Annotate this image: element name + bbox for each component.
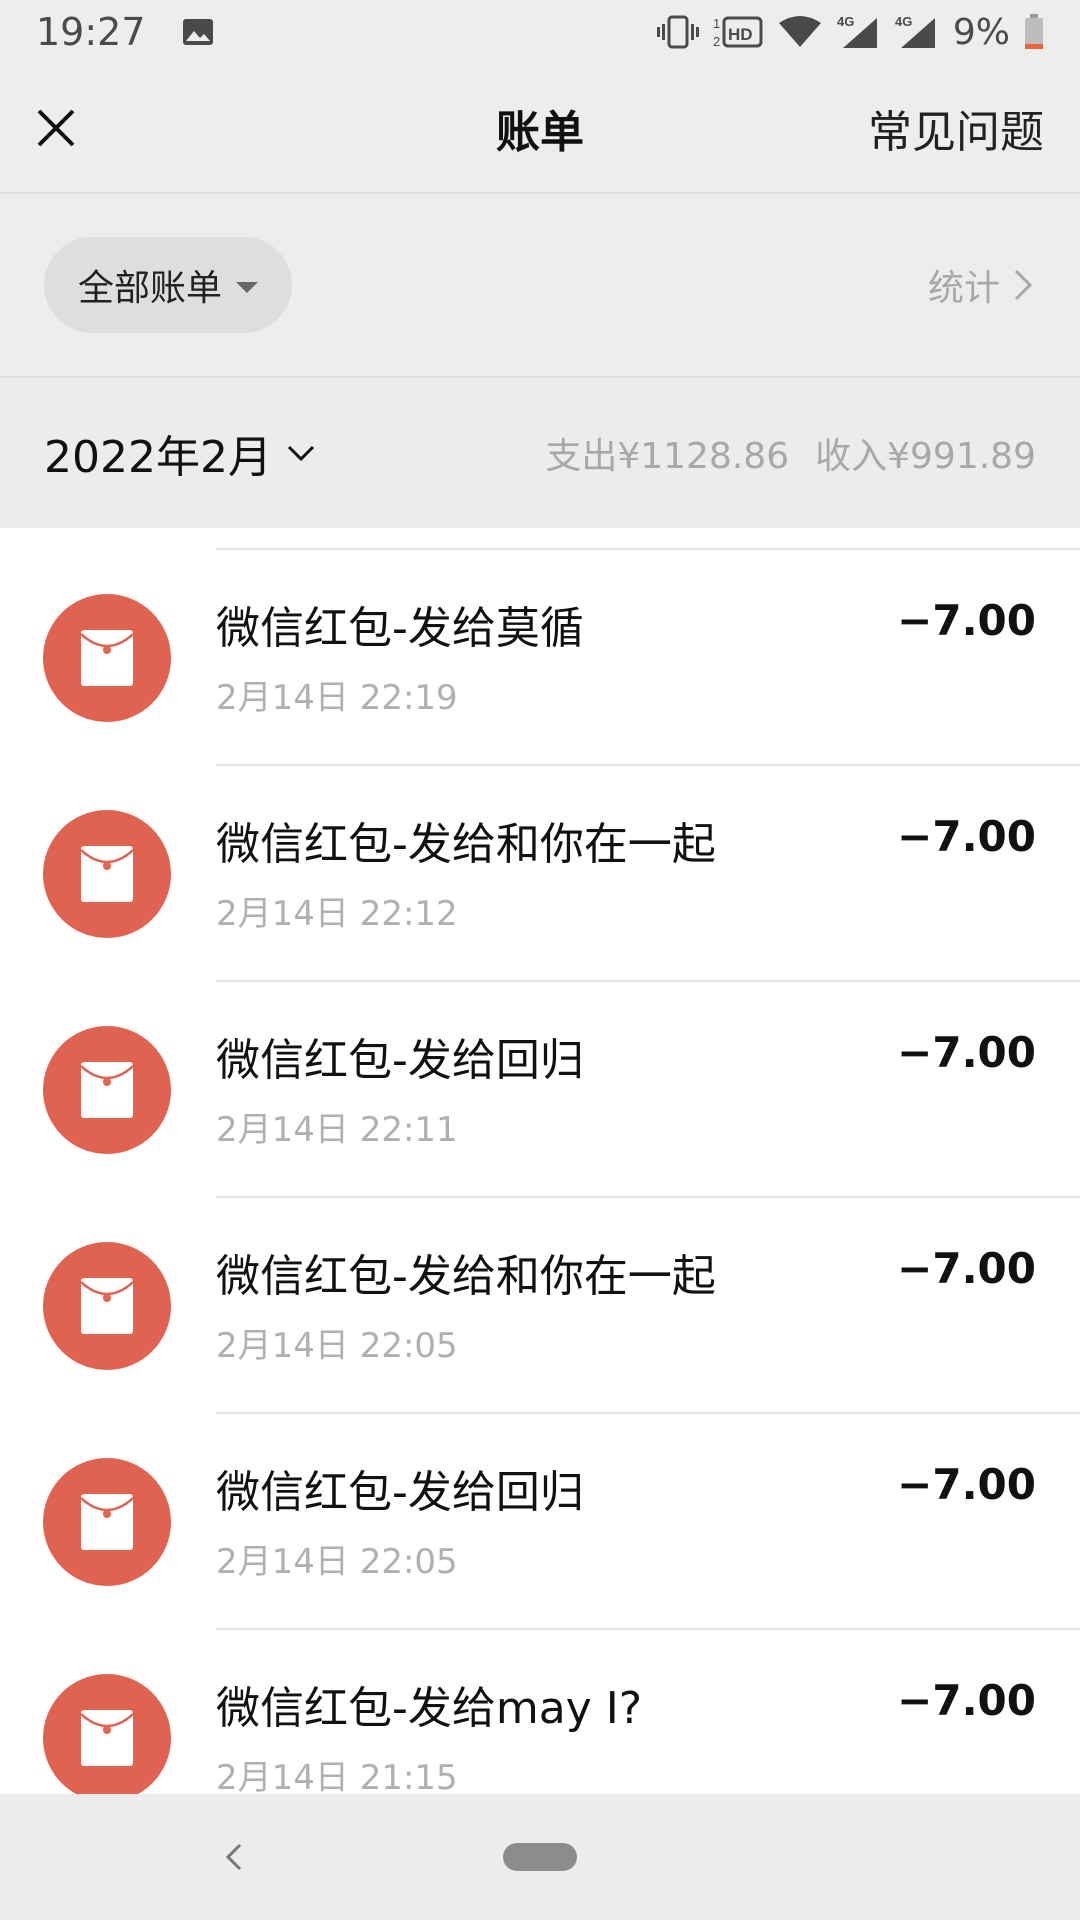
transaction-amount: −7.00 <box>897 596 1036 645</box>
transaction-title: 微信红包-发给may I? <box>216 1683 643 1734</box>
transaction-amount: −7.00 <box>897 1460 1036 1509</box>
transaction-amount: −7.00 <box>897 1244 1036 1293</box>
back-icon[interactable] <box>220 1837 248 1877</box>
transaction-title: 微信红包-发给和你在一起 <box>216 819 716 870</box>
month-header: 2022年2月 支出¥1128.86 收入¥991.89 <box>0 378 1080 528</box>
transaction-time: 2月14日 21:15 <box>216 1758 458 1794</box>
hd-icon: 1 2 HD <box>713 16 763 49</box>
transaction-list: 微信红包-发给莫循 2月14日 22:19 −7.00 微信红包-发给和你在一起 2月1… <box>0 528 1080 1794</box>
nav-bar: 账单 常见问题 <box>0 64 1080 192</box>
red-packet-icon <box>43 594 171 722</box>
svg-text:1: 1 <box>713 16 720 31</box>
red-packet-icon <box>43 1458 171 1586</box>
month-summary: 支出¥1128.86 收入¥991.89 <box>545 427 1036 479</box>
svg-text:4G: 4G <box>895 14 912 29</box>
expense-total: 支出¥1128.86 <box>545 436 790 477</box>
chevron-right-icon <box>1014 269 1033 301</box>
transaction-title: 微信红包-发给回归 <box>216 1467 584 1518</box>
status-time: 19:27 <box>36 10 146 54</box>
filter-row: 全部账单 统计 <box>0 194 1080 376</box>
transaction-row[interactable]: 微信红包-发给莫循 2月14日 22:19 −7.00 <box>0 550 1080 766</box>
transaction-time: 2月14日 22:11 <box>216 1110 458 1150</box>
faq-button[interactable]: 常见问题 <box>868 96 1044 160</box>
transaction-time: 2月14日 22:05 <box>216 1542 458 1582</box>
battery-icon <box>1025 14 1043 49</box>
transaction-row[interactable]: 微信红包-发给may I? 2月14日 21:15 −7.00 <box>0 1630 1080 1794</box>
signal-4g-icon: 4G <box>895 14 935 48</box>
chevron-down-icon <box>287 445 315 462</box>
svg-text:HD: HD <box>728 25 753 44</box>
transaction-time: 2月14日 22:05 <box>216 1326 458 1366</box>
caret-down-icon <box>236 281 258 293</box>
filter-label: 全部账单 <box>77 268 222 309</box>
image-icon <box>182 19 213 45</box>
transaction-amount: −7.00 <box>897 1676 1036 1725</box>
transaction-time: 2月14日 22:12 <box>216 894 458 934</box>
stats-label: 统计 <box>927 268 1000 309</box>
transaction-row[interactable]: 微信红包-发给回归 2月14日 22:11 −7.00 <box>0 982 1080 1198</box>
transaction-amount: −7.00 <box>897 1028 1036 1077</box>
status-bar: 19:27 1 2 HD 4G 4G 9% <box>0 0 1080 64</box>
transaction-row[interactable]: 微信红包-发给和你在一起 2月14日 22:12 −7.00 <box>0 766 1080 982</box>
svg-text:2: 2 <box>713 34 720 49</box>
transaction-title: 微信红包-发给莫循 <box>216 603 584 654</box>
bill-type-filter[interactable]: 全部账单 <box>44 237 292 333</box>
income-total: 收入¥991.89 <box>815 436 1036 477</box>
transaction-amount: −7.00 <box>897 812 1036 861</box>
transaction-title: 微信红包-发给和你在一起 <box>216 1251 716 1302</box>
system-nav-bar <box>0 1794 1080 1920</box>
red-packet-icon <box>43 1026 171 1154</box>
bill-screen: 19:27 1 2 HD 4G 4G 9% 账单 常见问题 全部账单 统计 20… <box>0 0 1080 1920</box>
vibrate-icon <box>656 15 699 49</box>
month-selector[interactable]: 2022年2月 <box>44 421 316 485</box>
signal-4g-icon: 4G <box>837 14 877 48</box>
transaction-row[interactable]: 微信红包-发给和你在一起 2月14日 22:05 −7.00 <box>0 1198 1080 1414</box>
transaction-row[interactable]: 微信红包-发给回归 2月14日 22:05 −7.00 <box>0 1414 1080 1630</box>
red-packet-icon <box>43 810 171 938</box>
status-icons: 1 2 HD 4G 4G 9% <box>656 11 1044 53</box>
svg-text:4G: 4G <box>837 14 854 29</box>
wifi-icon <box>778 16 821 47</box>
red-packet-icon <box>43 1674 171 1794</box>
home-handle[interactable] <box>503 1843 577 1871</box>
transaction-time: 2月14日 22:19 <box>216 678 458 718</box>
battery-percent: 9% <box>952 11 1010 53</box>
red-packet-icon <box>43 1242 171 1370</box>
transaction-title: 微信红包-发给回归 <box>216 1035 584 1086</box>
month-label: 2022年2月 <box>44 432 272 483</box>
close-icon[interactable] <box>36 108 76 148</box>
stats-link[interactable]: 统计 <box>928 259 1036 311</box>
